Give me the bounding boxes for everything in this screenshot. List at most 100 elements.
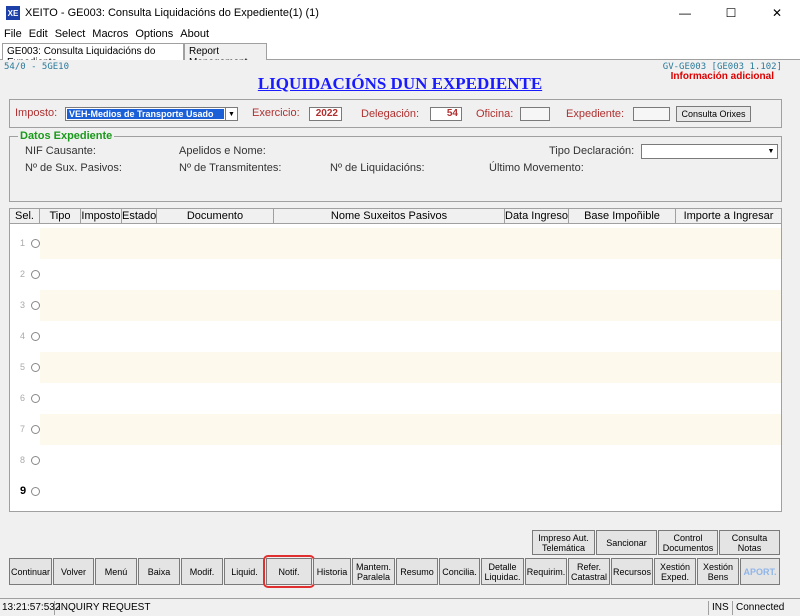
datos-expediente-panel: Datos Expediente NIF Causante: Apelidos … <box>9 130 782 202</box>
table-row[interactable]: 3 <box>10 290 781 321</box>
filter-panel: Imposto: VEH-Medios de Transporte Usado … <box>9 99 782 128</box>
consulta-orixes-button[interactable]: Consulta Orixes <box>676 106 751 122</box>
table-row[interactable]: 7 <box>10 414 781 445</box>
chevron-down-icon[interactable]: ▼ <box>225 108 237 120</box>
tab-report-management[interactable]: Report Management <box>184 43 267 68</box>
status-connection: Connected <box>736 602 785 613</box>
menu-bar: File Edit Select Macros Options About <box>0 26 800 42</box>
row-select-radio[interactable] <box>31 332 40 341</box>
historia-button[interactable]: Historia <box>313 558 351 585</box>
col-nome-suxeitos[interactable]: Nome Suxeitos Pasivos <box>274 209 505 224</box>
menu-edit[interactable]: Edit <box>29 28 48 40</box>
page-title: LIQUIDACIÓNS DUN EXPEDIENTE <box>257 74 543 93</box>
resumo-button[interactable]: Resumo <box>396 558 438 585</box>
col-data-ingreso[interactable]: Data Ingreso <box>505 209 569 224</box>
menu-file[interactable]: File <box>4 28 22 40</box>
aport-button[interactable]: APORT. <box>740 558 780 585</box>
close-button[interactable]: ✕ <box>754 0 800 26</box>
expediente-field[interactable] <box>633 107 670 121</box>
ultimo-movemento-label: Último Movemento: <box>489 162 584 174</box>
status-time: 13:21:57:532 <box>2 601 61 615</box>
row-select-radio[interactable] <box>31 363 40 372</box>
tipo-declaracion-label: Tipo Declaración: <box>549 145 635 157</box>
table-row[interactable]: 9 <box>10 476 781 507</box>
modif-button[interactable]: Modif. <box>181 558 223 585</box>
sux-pasivos-label: Nº de Sux. Pasivos: <box>25 162 122 174</box>
row-select-radio[interactable] <box>31 394 40 403</box>
liquid-button[interactable]: Liquid. <box>224 558 265 585</box>
col-base-imponible[interactable]: Base Impoñible <box>569 209 676 224</box>
xestion-exped-button[interactable]: Xestión Exped. <box>654 558 696 585</box>
table-row[interactable]: 5 <box>10 352 781 383</box>
screen-code-left: 54/0 - 5GE10 <box>4 62 70 72</box>
status-mode: INS <box>710 601 733 615</box>
tipo-declaracion-select[interactable]: ▼ <box>641 144 778 159</box>
xestion-bens-button[interactable]: Xestión Bens <box>697 558 739 585</box>
status-request: INQUIRY REQUEST <box>56 601 709 615</box>
imposto-select[interactable]: VEH-Medios de Transporte Usado ▼ <box>65 107 238 121</box>
status-bar: 13:21:57:532 INQUIRY REQUEST INS Connect… <box>0 598 800 616</box>
oficina-label: Oficina: <box>476 108 514 120</box>
datos-expediente-title: Datos Expediente <box>18 130 115 142</box>
table-row[interactable]: 8 <box>10 445 781 476</box>
volver-button[interactable]: Volver <box>53 558 94 585</box>
table-row[interactable]: 6 <box>10 383 781 414</box>
table-row[interactable]: 1 <box>10 228 781 259</box>
concilia-button[interactable]: Concilia. <box>439 558 480 585</box>
grid-header: Sel. Tipo Imposto Estado Documento Nome … <box>10 209 781 224</box>
menu-options[interactable]: Options <box>135 28 173 40</box>
col-documento[interactable]: Documento <box>157 209 274 224</box>
menu-button[interactable]: Menú <box>95 558 137 585</box>
title-bar: XE XEITO - GE003: Consulta Liquidacións … <box>0 0 800 26</box>
table-row[interactable]: 2 <box>10 259 781 290</box>
tab-strip: GE003: Consulta Liquidacións do Expedien… <box>0 42 800 68</box>
window-title: XEITO - GE003: Consulta Liquidacións do … <box>25 7 319 19</box>
delegacion-label: Delegación: <box>361 108 420 120</box>
menu-macros[interactable]: Macros <box>92 28 128 40</box>
menu-select[interactable]: Select <box>55 28 86 40</box>
delegacion-field[interactable]: 54 <box>430 107 462 121</box>
menu-about[interactable]: About <box>180 28 209 40</box>
sancionar-button[interactable]: Sancionar <box>596 530 657 555</box>
impreso-aut-telematica-button[interactable]: Impreso Aut. Telemática <box>532 530 595 555</box>
control-documentos-button[interactable]: Control Documentos <box>658 530 718 555</box>
liquidacions-label: Nº de Liquidacións: <box>330 162 425 174</box>
table-row[interactable]: 4 <box>10 321 781 352</box>
notif-highlight <box>263 555 315 588</box>
consulta-notas-button[interactable]: Consulta Notas <box>719 530 780 555</box>
apelidos-nome-label: Apelidos e Nome: <box>179 145 266 157</box>
tab-ge003[interactable]: GE003: Consulta Liquidacións do Expedien… <box>2 43 184 68</box>
exercicio-field[interactable]: 2022 <box>309 107 342 121</box>
continuar-button[interactable]: Continuar <box>9 558 52 585</box>
row-select-radio[interactable] <box>31 301 40 310</box>
expediente-label: Expediente: <box>566 108 625 120</box>
row-select-radio[interactable] <box>31 270 40 279</box>
exercicio-label: Exercicio: <box>252 107 300 119</box>
col-imposto[interactable]: Imposto <box>81 209 122 224</box>
row-select-radio[interactable] <box>31 425 40 434</box>
row-select-radio[interactable] <box>31 239 40 248</box>
maximize-button[interactable]: ☐ <box>708 0 754 26</box>
recursos-button[interactable]: Recursos <box>611 558 653 585</box>
app-icon: XE <box>6 6 20 20</box>
baixa-button[interactable]: Baixa <box>138 558 180 585</box>
col-sel[interactable]: Sel. <box>10 209 40 224</box>
oficina-field[interactable] <box>520 107 550 121</box>
transmitentes-label: Nº de Transmitentes: <box>179 162 282 174</box>
chevron-down-icon[interactable]: ▼ <box>765 145 777 158</box>
detalle-liquidac-button[interactable]: Detalle Liquidac. <box>481 558 524 585</box>
col-estado[interactable]: Estado <box>122 209 157 224</box>
imposto-value: VEH-Medios de Transporte Usado <box>67 109 224 119</box>
nif-causante-label: NIF Causante: <box>25 145 96 157</box>
row-select-radio[interactable] <box>31 456 40 465</box>
col-tipo[interactable]: Tipo <box>40 209 81 224</box>
refer-catastral-button[interactable]: Refer. Catastral <box>568 558 610 585</box>
row-select-radio[interactable] <box>31 487 40 496</box>
col-importe[interactable]: Importe a Ingresar <box>676 209 781 224</box>
mantem-paralela-button[interactable]: Mantem. Paralela <box>352 558 395 585</box>
imposto-label: Imposto: <box>15 107 58 119</box>
requirim-button[interactable]: Requirim. <box>525 558 567 585</box>
liquidacions-grid: Sel. Tipo Imposto Estado Documento Nome … <box>9 208 782 512</box>
minimize-button[interactable]: — <box>662 0 708 26</box>
main-content: 54/0 - 5GE10 GV-GE003 [GE003 1.102] Info… <box>0 60 800 598</box>
